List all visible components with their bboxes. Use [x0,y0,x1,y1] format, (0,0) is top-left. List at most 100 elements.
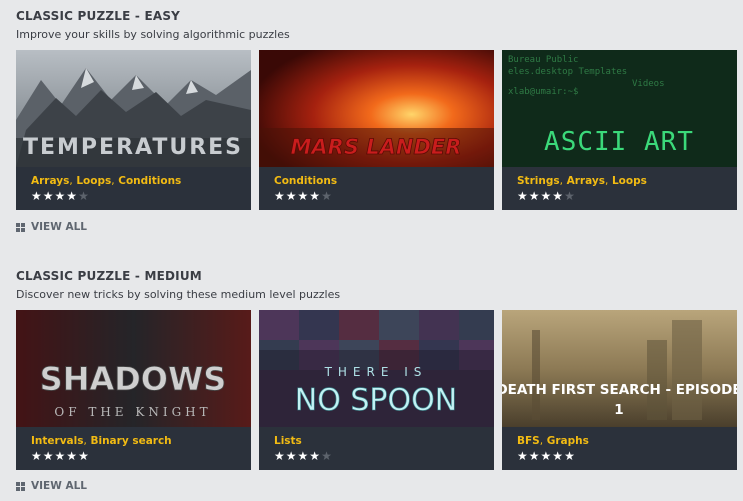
tag[interactable]: Binary search [90,435,171,447]
star-icon: ★ [552,189,565,203]
star-icon: ★ [297,189,310,203]
puzzle-thumbnail: DEATH FIRST SEARCH - EPISODE 1 [502,310,737,427]
star-icon: ★ [31,189,43,203]
thumbnail-title: SHADOWS [40,360,227,398]
puzzle-card-list: SHADOWS OF THE KNIGHT Intervals, Binary … [16,310,743,470]
puzzle-thumbnail: Bureau Public eles.desktop Templates Vid… [502,50,737,167]
tag[interactable]: BFS [517,435,540,447]
rating-stars: ★★★★★ [31,189,90,203]
tag[interactable]: Strings [517,175,560,187]
view-all-label: VIEW ALL [31,221,87,233]
tag[interactable]: Arrays [567,175,605,187]
tag-list: Conditions [274,175,337,187]
tag[interactable]: Loops [612,175,647,187]
tag[interactable]: Conditions [274,175,337,187]
star-icon: ★ [42,189,55,203]
rating-stars: ★★★★★ [31,449,90,463]
tag-list: Lists [274,435,302,447]
puzzle-thumbnail: MARS LANDER [259,50,494,167]
tag[interactable]: Graphs [547,435,589,447]
star-icon: ★ [54,449,67,463]
grid-icon [16,222,25,232]
star-icon: ★ [297,449,310,463]
thumbnail-title: TEMPERATURES [23,135,243,160]
star-icon: ★ [274,449,286,463]
puzzle-thumbnail: THERE IS NO SPOON [259,310,494,427]
star-icon: ★ [78,449,90,463]
puzzle-thumbnail: SHADOWS OF THE KNIGHT [16,310,251,427]
tag[interactable]: Arrays [31,175,69,187]
puzzle-card-shadows-of-the-knight[interactable]: SHADOWS OF THE KNIGHT Intervals, Binary … [16,310,251,470]
tag-list: BFS, Graphs [517,435,589,447]
star-icon: ★ [564,449,576,463]
view-all-label: VIEW ALL [31,480,87,492]
star-icon: ★ [66,189,79,203]
section-easy: CLASSIC PUZZLE - EASY Improve your skill… [16,8,743,233]
card-info: Conditions ★★★★★ [259,167,494,210]
section-medium: CLASSIC PUZZLE - MEDIUM Discover new tri… [16,268,743,492]
thumbnail-title: NO SPOON [295,383,457,418]
rating-stars: ★★★★★ [274,189,333,203]
star-icon: ★ [42,449,55,463]
star-icon: ★ [528,449,541,463]
card-info: Intervals, Binary search ★★★★★ [16,427,251,470]
puzzle-card-death-first-search[interactable]: DEATH FIRST SEARCH - EPISODE 1 BFS, Grap… [502,310,737,470]
puzzle-thumbnail: TEMPERATURES [16,50,251,167]
star-icon: ★ [285,189,298,203]
terminal-line: Videos [632,79,665,89]
star-icon: ★ [66,449,79,463]
thumbnail-subtitle: THERE IS [324,365,428,379]
view-all-link[interactable]: VIEW ALL [16,480,87,492]
star-icon: ★ [31,449,43,463]
star-icon: ★ [321,189,333,203]
view-all-link[interactable]: VIEW ALL [16,221,87,233]
star-icon: ★ [274,189,286,203]
card-info: Lists ★★★★★ [259,427,494,470]
tag[interactable]: Conditions [118,175,181,187]
star-icon: ★ [54,189,67,203]
thumbnail-subtitle: OF THE KNIGHT [54,405,211,419]
section-subtitle: Improve your skills by solving algorithm… [16,28,290,41]
puzzle-card-ascii-art[interactable]: Bureau Public eles.desktop Templates Vid… [502,50,737,210]
star-icon: ★ [309,189,322,203]
tag[interactable]: Lists [274,435,302,447]
star-icon: ★ [517,449,529,463]
star-icon: ★ [78,189,90,203]
star-icon: ★ [517,189,529,203]
rating-stars: ★★★★★ [517,449,576,463]
section-title: CLASSIC PUZZLE - MEDIUM [16,269,202,283]
puzzle-card-temperatures[interactable]: TEMPERATURES Arrays, Loops, Conditions ★… [16,50,251,210]
star-icon: ★ [540,189,553,203]
grid-icon [16,481,25,491]
tag-list: Strings, Arrays, Loops [517,175,647,187]
terminal-line: Bureau Public [508,55,578,65]
star-icon: ★ [564,189,576,203]
tag-list: Arrays, Loops, Conditions [31,175,182,187]
puzzle-card-there-is-no-spoon[interactable]: THERE IS NO SPOON Lists ★★★★★ [259,310,494,470]
puzzle-card-list: TEMPERATURES Arrays, Loops, Conditions ★… [16,50,743,210]
puzzle-catalog-page: CLASSIC PUZZLE - EASY Improve your skill… [0,0,743,501]
tag[interactable]: Loops [76,175,111,187]
terminal-line: xlab@umair:~$ [508,87,578,97]
star-icon: ★ [321,449,333,463]
puzzle-card-mars-lander[interactable]: MARS LANDER Conditions ★★★★★ [259,50,494,210]
rating-stars: ★★★★★ [517,189,576,203]
terminal-line: eles.desktop Templates [508,67,627,77]
tag-list: Intervals, Binary search [31,435,172,447]
thumbnail-title: DEATH FIRST SEARCH - EPISODE [502,382,737,398]
star-icon: ★ [528,189,541,203]
section-subtitle: Discover new tricks by solving these med… [16,288,341,301]
thumbnail-title: ASCII ART [544,127,694,157]
card-info: Arrays, Loops, Conditions ★★★★★ [16,167,251,210]
thumbnail-title: MARS LANDER [291,135,462,159]
card-info: BFS, Graphs ★★★★★ [502,427,737,470]
star-icon: ★ [285,449,298,463]
star-icon: ★ [309,449,322,463]
section-title: CLASSIC PUZZLE - EASY [16,9,181,23]
star-icon: ★ [552,449,565,463]
tag[interactable]: Intervals [31,435,83,447]
thumbnail-subtitle: 1 [614,402,623,418]
rating-stars: ★★★★★ [274,449,333,463]
star-icon: ★ [540,449,553,463]
card-info: Strings, Arrays, Loops ★★★★★ [502,167,737,210]
